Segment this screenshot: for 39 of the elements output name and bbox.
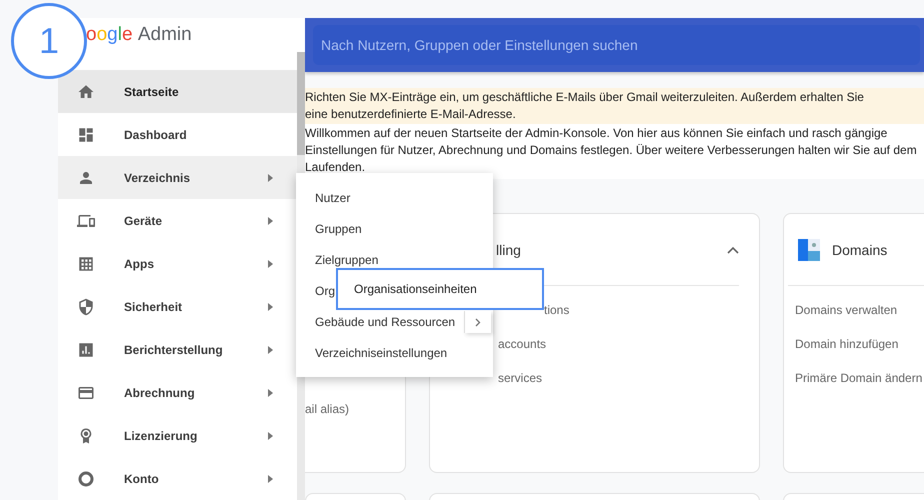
home-icon bbox=[77, 82, 95, 100]
scrollbar-thumb[interactable] bbox=[297, 52, 305, 155]
search-field[interactable]: Nach Nutzern, Gruppen oder Einstellungen suchen bbox=[313, 25, 920, 65]
sidebar-item[interactable]: Konto bbox=[58, 457, 297, 500]
card-link[interactable]: accounts bbox=[498, 335, 546, 354]
sidebar-item[interactable]: Lizenzierung bbox=[58, 414, 297, 457]
sidebar-item[interactable]: Sicherheit bbox=[58, 285, 297, 328]
domain-icon bbox=[798, 238, 820, 260]
sidebar-item[interactable]: Startseite bbox=[58, 70, 297, 113]
card-link[interactable]: Domain hinzufügen bbox=[795, 335, 898, 354]
sidebar-item[interactable]: Verzeichnis bbox=[58, 156, 297, 199]
menu-item[interactable]: Nutzer bbox=[296, 183, 493, 214]
chevron-right-icon bbox=[475, 318, 481, 326]
card-link[interactable]: services bbox=[498, 369, 542, 388]
menu-item[interactable]: Gruppen bbox=[296, 214, 493, 245]
step-number-callout: 1 bbox=[11, 3, 87, 79]
sidebar-item[interactable]: Dashboard bbox=[58, 113, 297, 156]
bar-chart-icon bbox=[77, 340, 95, 358]
dashboard-icon bbox=[77, 126, 95, 144]
card-text: ail alias) bbox=[305, 402, 350, 416]
highlight-tooltip[interactable]: Organisationseinheiten bbox=[336, 268, 544, 310]
shield-icon bbox=[77, 298, 95, 316]
card-title: Domains bbox=[832, 242, 888, 258]
sidebar-item[interactable]: Berichterstellung bbox=[58, 328, 297, 371]
notice-text: Richten Sie MX-Einträge ein, um geschäftliche E-Mails über Gmail weiterzuleiten. Außerdem erhalten Sie eine benutzerdefinierte E-Mail-Adresse. bbox=[305, 89, 865, 123]
apps-grid-icon bbox=[77, 254, 95, 272]
sidebar-item[interactable]: Abrechnung bbox=[58, 371, 297, 414]
card-link[interactable]: Domains verwalten bbox=[795, 301, 898, 320]
welcome-text: Willkommen auf der neuen Startseite der Admin-Konsole. Von hier aus können Sie einfach und rasch gängige Einstellungen für Nutzer, Abrechnung und Domains festlegen. Über weitere Verbesserungen halten wir Sie auf dem Laufenden. bbox=[305, 124, 924, 179]
card-link[interactable]: Primäre Domain ändern bbox=[795, 369, 922, 388]
menu-item[interactable]: Verzeichniseinstellungen bbox=[296, 338, 493, 369]
chevron-icon[interactable] bbox=[727, 246, 739, 254]
expand-button[interactable] bbox=[464, 311, 491, 333]
sidebar-item[interactable]: Geräte bbox=[58, 199, 297, 242]
card-title: lling bbox=[496, 242, 521, 258]
card-link[interactable]: tions bbox=[544, 301, 570, 320]
sidebar-item[interactable]: Apps bbox=[58, 242, 297, 285]
menu-item[interactable]: Gebäude und Ressourcen bbox=[296, 307, 493, 338]
logo-text: oogle Admin bbox=[86, 24, 192, 46]
